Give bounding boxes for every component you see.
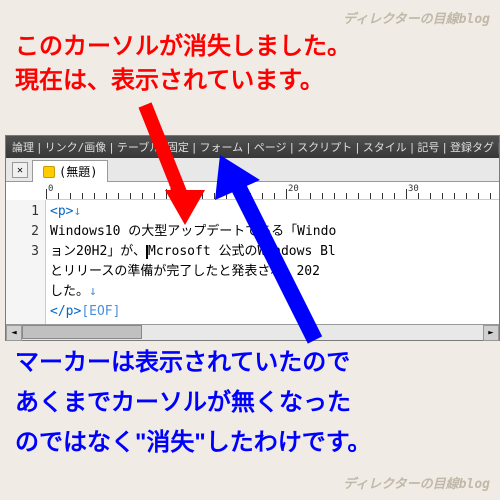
newline-mark: ↓ (89, 284, 97, 299)
scroll-track[interactable] (22, 325, 483, 340)
tab-label: (無題) (59, 163, 97, 180)
scroll-right-button[interactable]: ► (483, 325, 499, 341)
line-number: 2 (12, 222, 39, 242)
toolbar-item[interactable]: ページ (252, 139, 289, 155)
code-text: ョン20H2」が、 (50, 244, 146, 259)
toolbar-item[interactable]: フォーム (197, 139, 245, 155)
code-area: 1 2 3 <p>↓ Windows10 の大型アップデートである「Windo … (6, 200, 499, 324)
ruler[interactable]: 010203040 (46, 182, 499, 200)
file-icon (43, 166, 55, 178)
toolbar-item[interactable]: 論理 (10, 139, 36, 155)
eof-mark: [EOF] (81, 304, 120, 319)
line-number: 3 (12, 242, 39, 262)
code-text: とリリースの準備が完了したと発表され、202 (50, 264, 320, 279)
watermark-top: ディレクターの目線blog (343, 8, 490, 27)
tab-close-button[interactable]: ✕ (12, 162, 28, 178)
toolbar-item[interactable]: 登録タグ (448, 139, 496, 155)
toolbar-item[interactable]: リンク/画像 (43, 139, 109, 155)
code-text: crosoft 公式のWindows Bl (156, 244, 336, 259)
scroll-thumb[interactable] (22, 325, 142, 339)
horizontal-scrollbar[interactable]: ◄ ► (6, 324, 499, 340)
toolbar-item[interactable]: 記号 (415, 139, 441, 155)
toolbar: 論理 | リンク/画像 | テーブル/固定 | フォーム | ページ | スクリ… (6, 136, 499, 158)
scroll-left-button[interactable]: ◄ (6, 325, 22, 341)
toolbar-item[interactable]: テーブル/固定 (115, 139, 191, 155)
annotation-blue-2: あくまでカーソルが無くなった (15, 385, 351, 421)
html-tag: <p> (50, 204, 73, 219)
toolbar-item[interactable]: スクリプト (295, 139, 354, 155)
annotation-blue-1: マーカーは表示されていたので (15, 345, 350, 381)
tab-bar: ✕ (無題) (6, 158, 499, 182)
line-number: 1 (12, 202, 39, 222)
line-gutter: 1 2 3 (6, 200, 46, 324)
code-text: Windows10 の大型アップデートである「Windo (50, 224, 336, 239)
tab-active[interactable]: (無題) (32, 160, 108, 182)
editor-window: 論理 | リンク/画像 | テーブル/固定 | フォーム | ページ | スクリ… (5, 135, 500, 341)
toolbar-item[interactable]: スタイル (361, 139, 409, 155)
newline-mark: ↓ (73, 204, 81, 219)
html-tag: </p> (50, 304, 81, 319)
code-content[interactable]: <p>↓ Windows10 の大型アップデートである「Windo ョン20H2… (46, 200, 499, 324)
watermark-bottom: ディレクターの目線blog (343, 473, 490, 492)
annotation-red-2: 現在は、表示されています。 (15, 64, 324, 98)
annotation-red-1: このカーソルが消失しました。 (15, 30, 351, 64)
code-text: M (148, 244, 156, 259)
annotation-blue-3: のではなく"消失"したわけです。 (15, 425, 371, 461)
code-text: した。 (50, 284, 89, 299)
